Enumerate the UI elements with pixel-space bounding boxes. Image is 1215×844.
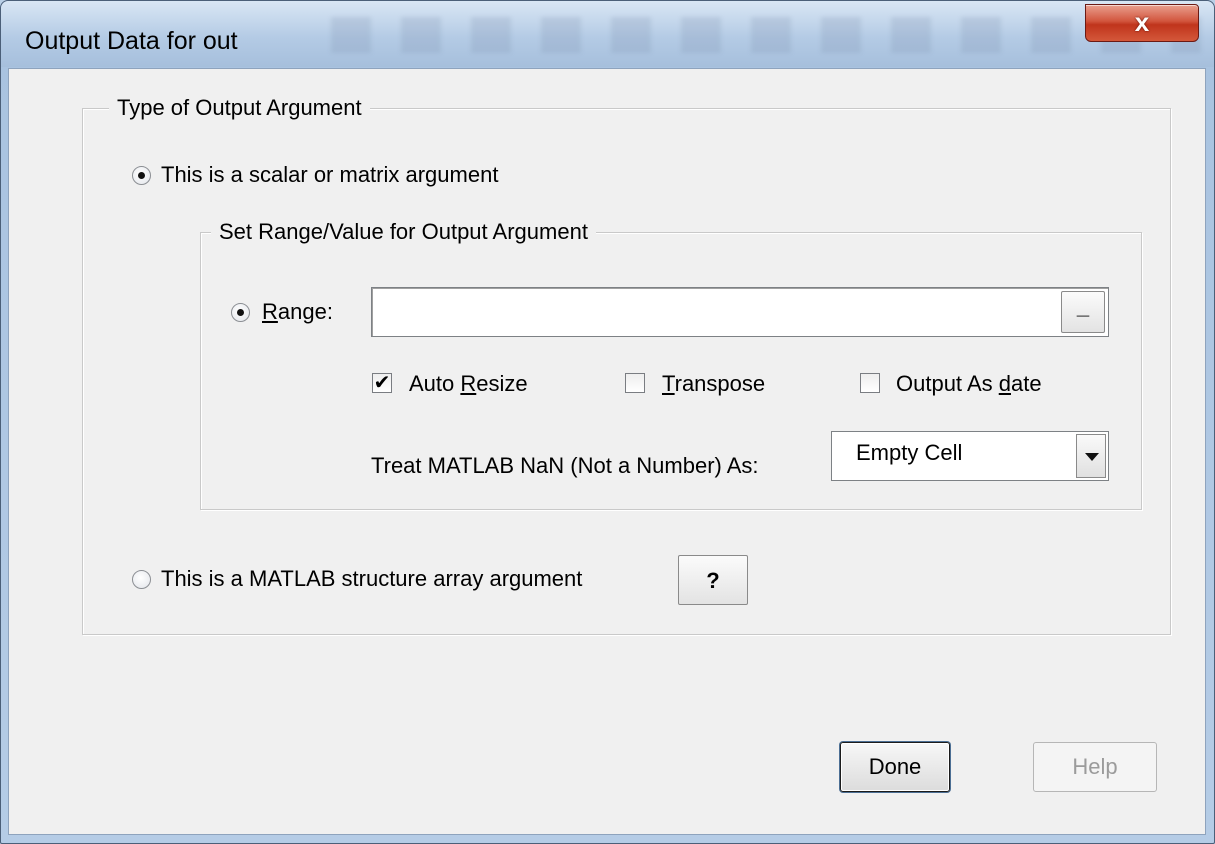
window-title: Output Data for out: [25, 27, 238, 55]
type-of-output-legend: Type of Output Argument: [109, 95, 370, 121]
dialog-client-area: Type of Output Argument This is a scalar…: [8, 68, 1206, 835]
close-icon: x: [1134, 7, 1150, 37]
structure-array-label[interactable]: This is a MATLAB structure array argumen…: [161, 566, 582, 592]
close-button[interactable]: x: [1085, 4, 1199, 42]
auto-resize-label[interactable]: Auto Resize: [409, 371, 528, 397]
question-icon: ?: [706, 568, 720, 593]
chevron-down-icon[interactable]: [1076, 434, 1106, 478]
check-mark-icon: ✔: [373, 372, 391, 394]
transpose-checkbox[interactable]: [625, 373, 645, 393]
scalar-matrix-label[interactable]: This is a scalar or matrix argument: [161, 162, 498, 188]
title-bar[interactable]: Output Data for out x: [1, 1, 1214, 67]
structure-array-radio[interactable]: [132, 570, 151, 589]
set-range-legend: Set Range/Value for Output Argument: [211, 219, 596, 245]
scalar-matrix-radio[interactable]: [132, 166, 151, 185]
dialog-window: Output Data for out x Type of Output Arg…: [0, 0, 1215, 844]
background-ribbon-blur: [331, 17, 1201, 53]
range-picker-button[interactable]: _: [1061, 291, 1105, 333]
range-input[interactable]: [371, 287, 1109, 337]
help-button[interactable]: Help: [1033, 742, 1157, 792]
auto-resize-checkbox[interactable]: ✔: [372, 373, 392, 393]
nan-treatment-value: Empty Cell: [856, 440, 963, 465]
nan-treatment-label: Treat MATLAB NaN (Not a Number) As:: [371, 453, 759, 478]
nan-treatment-select[interactable]: Empty Cell: [831, 431, 1109, 481]
range-radio[interactable]: [231, 303, 250, 322]
range-label[interactable]: Range:: [262, 299, 333, 325]
structure-help-button[interactable]: ?: [678, 555, 748, 605]
transpose-label[interactable]: Transpose: [662, 371, 765, 397]
done-button[interactable]: Done: [840, 742, 950, 792]
output-as-date-label[interactable]: Output As date: [896, 371, 1042, 397]
output-as-date-checkbox[interactable]: [860, 373, 880, 393]
range-picker-icon: _: [1076, 294, 1090, 319]
